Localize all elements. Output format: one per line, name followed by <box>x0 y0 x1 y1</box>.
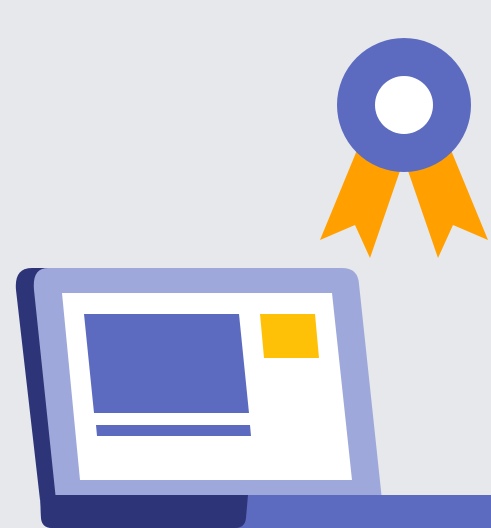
screen-content-block <box>84 314 249 413</box>
laptop-icon <box>15 268 491 528</box>
badge-center-icon <box>375 76 433 134</box>
award-badge-icon <box>320 38 488 258</box>
illustration-canvas <box>0 0 491 528</box>
laptop-base-shadow <box>40 495 248 528</box>
screen-content-line <box>96 425 251 436</box>
illustration-svg <box>15 38 491 528</box>
screen-accent-block <box>260 314 319 358</box>
